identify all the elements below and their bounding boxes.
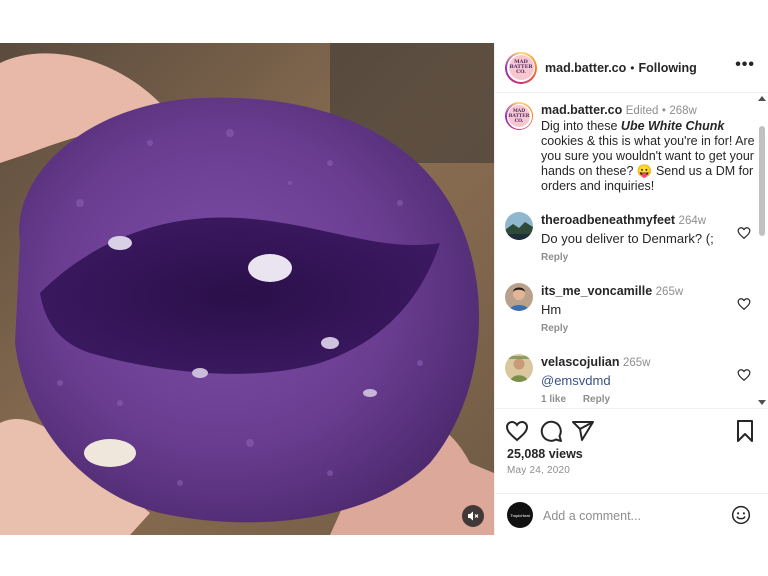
speaker-muted-icon bbox=[468, 511, 479, 521]
comments-scrollbar[interactable] bbox=[758, 94, 766, 407]
scroll-up-arrow-icon[interactable] bbox=[758, 96, 766, 101]
caption-text-before: Dig into these bbox=[541, 119, 621, 133]
reply-button[interactable]: Reply bbox=[541, 252, 568, 263]
commenter-avatar[interactable] bbox=[505, 354, 533, 382]
cookie-photo bbox=[0, 43, 494, 535]
share-icon[interactable] bbox=[571, 419, 595, 443]
caption-time[interactable]: 268w bbox=[669, 105, 697, 117]
heart-icon[interactable] bbox=[505, 419, 529, 443]
like-comment-heart-icon[interactable] bbox=[737, 226, 751, 240]
scroll-down-arrow-icon[interactable] bbox=[758, 400, 766, 405]
comment-username[interactable]: its_me_voncamille bbox=[541, 284, 652, 298]
comment-item: its_me_voncamille 265w Hm Reply bbox=[505, 283, 755, 343]
mute-button[interactable] bbox=[462, 505, 484, 527]
comment-like-count[interactable]: 1 like bbox=[541, 394, 566, 405]
comment-username[interactable]: velascojulian bbox=[541, 355, 620, 369]
post-media[interactable] bbox=[0, 43, 494, 535]
caption-avatar[interactable]: MAD BATTER CO. bbox=[505, 102, 533, 130]
comment-item: theroadbeneathmyfeet 264w Do you deliver… bbox=[505, 212, 755, 272]
view-count[interactable]: 25,088 views bbox=[507, 447, 583, 461]
post-panel: MAD BATTER CO. mad.batter.co • Following… bbox=[494, 43, 768, 535]
comment-time[interactable]: 265w bbox=[623, 357, 651, 369]
scroll-thumb[interactable] bbox=[759, 126, 765, 236]
separator-dot: • bbox=[630, 60, 635, 75]
brand-logo: MAD BATTER CO. bbox=[508, 55, 534, 80]
comment-text: Hm bbox=[541, 302, 562, 317]
like-comment-heart-icon[interactable] bbox=[737, 297, 751, 311]
comment-time[interactable]: 265w bbox=[656, 286, 684, 298]
like-comment-heart-icon[interactable] bbox=[737, 368, 751, 382]
comment-icon[interactable] bbox=[539, 419, 563, 443]
brand-logo: MAD BATTER CO. bbox=[508, 105, 530, 127]
emoji-icon[interactable] bbox=[731, 505, 751, 525]
commenter-avatar[interactable] bbox=[505, 212, 533, 240]
post-header: MAD BATTER CO. mad.batter.co • Following… bbox=[495, 43, 768, 93]
reply-button[interactable]: Reply bbox=[583, 394, 610, 405]
caption-username[interactable]: mad.batter.co bbox=[541, 103, 622, 117]
edited-label: Edited bbox=[625, 105, 659, 117]
comment-username[interactable]: theroadbeneathmyfeet bbox=[541, 213, 675, 227]
author-avatar[interactable]: MAD BATTER CO. bbox=[505, 51, 537, 84]
comment-item: velascojulian 265w @emsvdmd 1 like Reply bbox=[505, 354, 755, 407]
author-username[interactable]: mad.batter.co bbox=[545, 61, 626, 75]
caption-dot: • bbox=[661, 105, 666, 117]
action-icon-row bbox=[505, 419, 759, 443]
caption-highlight: Ube White Chunk bbox=[620, 119, 725, 133]
commenter-avatar[interactable] bbox=[505, 283, 533, 311]
comment-mention-link[interactable]: @emsvdmd bbox=[541, 373, 731, 389]
add-comment-input[interactable] bbox=[543, 507, 723, 525]
reply-button[interactable]: Reply bbox=[541, 323, 568, 334]
current-user-avatar[interactable]: TropicHeat bbox=[507, 502, 533, 528]
comment-time[interactable]: 264w bbox=[679, 215, 707, 227]
caption-text-after: cookies & this is what you're in for! Ar… bbox=[541, 134, 755, 193]
bookmark-icon[interactable] bbox=[733, 419, 757, 443]
post-actions: 25,088 views May 24, 2020 TropicHeat bbox=[495, 408, 768, 535]
caption-body: mad.batter.co Edited • 268w Dig into the… bbox=[541, 103, 755, 194]
comment-composer: TropicHeat bbox=[495, 493, 768, 536]
more-icon[interactable]: ••• bbox=[735, 57, 755, 73]
comments-scroll-area[interactable]: MAD BATTER CO. mad.batter.co Edited • 26… bbox=[495, 94, 768, 407]
comment-text: Do you deliver to Denmark? (; bbox=[541, 231, 714, 246]
post-date[interactable]: May 24, 2020 bbox=[507, 465, 570, 476]
following-button[interactable]: Following bbox=[638, 61, 696, 75]
